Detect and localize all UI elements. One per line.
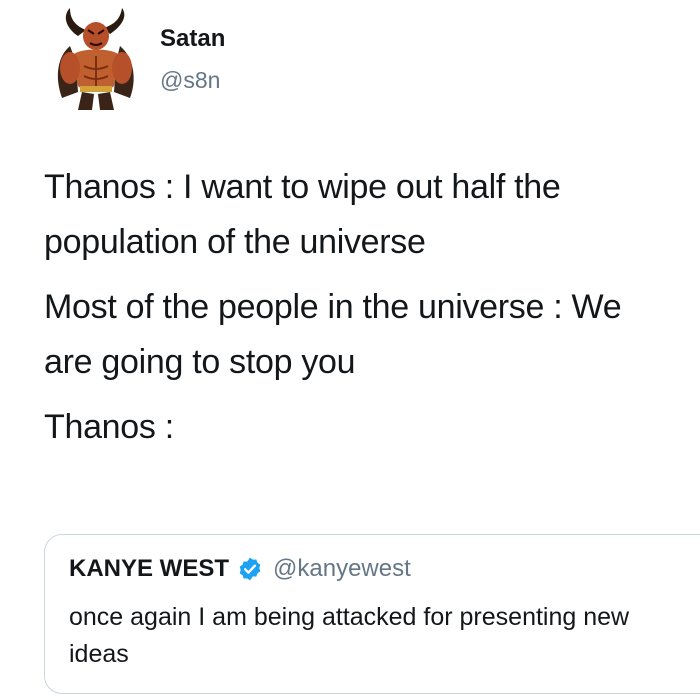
quoted-tweet-header: KANYE WEST @kanyewest — [69, 555, 411, 583]
tweet-text: Thanos : I want to wipe out half the pop… — [44, 160, 674, 465]
quoted-author-name: KANYE WEST — [69, 555, 230, 582]
tweet: Satan @s8n Thanos : I want to wipe out h… — [0, 0, 700, 700]
tweet-paragraph: Most of the people in the universe : We … — [44, 288, 622, 381]
tweet-paragraph: Thanos : I want to wipe out half the pop… — [44, 168, 561, 261]
verified-badge-icon — [239, 557, 261, 581]
author-handle[interactable]: @s8n — [160, 66, 220, 94]
author-avatar[interactable] — [48, 6, 144, 110]
quoted-tweet-text: once again I am being attacked for prese… — [69, 603, 630, 668]
quoted-tweet-card[interactable]: KANYE WEST @kanyewest once again I am be… — [44, 534, 700, 694]
quoted-author-handle: @kanyewest — [273, 555, 411, 582]
tweet-paragraph: Thanos : — [44, 408, 174, 446]
author-display-name[interactable]: Satan — [160, 24, 225, 54]
devil-avatar-icon — [57, 8, 134, 110]
